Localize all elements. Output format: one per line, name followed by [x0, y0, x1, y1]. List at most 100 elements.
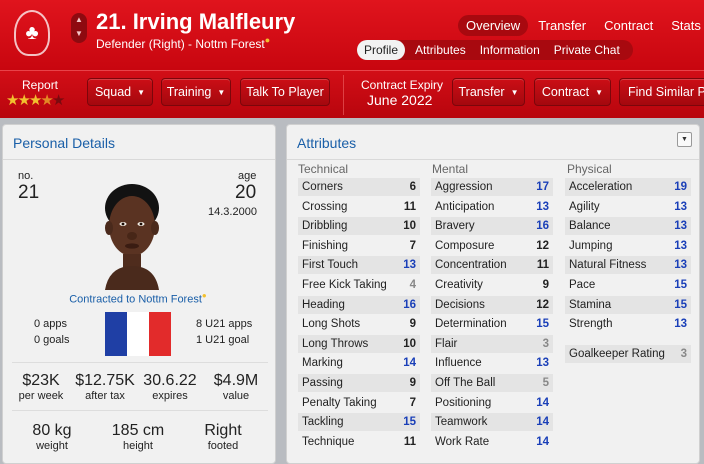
attribute-value: 5: [542, 377, 549, 389]
find-similar-button[interactable]: Find Similar P: [619, 78, 704, 106]
attribute-row-bravery[interactable]: Bravery 16: [431, 217, 553, 236]
player-face-icon: [105, 184, 159, 290]
star-dot-icon: ●: [201, 291, 207, 300]
transfer-button[interactable]: Transfer ▼: [452, 78, 525, 106]
subtab-information[interactable]: Information: [473, 40, 547, 60]
star-icon: ★: [6, 92, 20, 109]
attribute-row-teamwork[interactable]: Teamwork 14: [431, 413, 553, 432]
u21-apps-count: 8 U21 apps: [196, 318, 253, 330]
divider: [343, 75, 344, 115]
attribute-name: Work Rate: [435, 435, 490, 448]
attribute-row-passing[interactable]: Passing 9: [298, 374, 420, 392]
contract-button[interactable]: Contract ▼: [534, 78, 611, 106]
chevron-down-icon[interactable]: ▼: [677, 132, 692, 147]
club-crest-icon[interactable]: ♣: [14, 10, 50, 56]
attribute-row-influence[interactable]: Influence 13: [431, 354, 553, 373]
attribute-row-determination[interactable]: Determination 15: [431, 315, 553, 334]
attribute-row-long-throws[interactable]: Long Throws 10: [298, 334, 420, 353]
attribute-row-jumping[interactable]: Jumping 13: [565, 236, 691, 255]
shirt-number: 21: [18, 182, 40, 203]
attribute-row-acceleration[interactable]: Acceleration 19: [565, 178, 691, 196]
attribute-name: Influence: [435, 357, 482, 370]
squad-button[interactable]: Squad ▼: [87, 78, 153, 106]
attribute-row-technique[interactable]: Technique 11: [298, 432, 420, 451]
attribute-name: Positioning: [435, 396, 492, 409]
contracted-to-link[interactable]: Contracted to Nottm Forest●: [0, 291, 276, 306]
attribute-value: 13: [674, 318, 687, 331]
attribute-name: Crossing: [302, 200, 348, 213]
training-button[interactable]: Training ▼: [161, 78, 231, 106]
attribute-value: 11: [536, 259, 549, 272]
attribute-row-tackling[interactable]: Tackling 15: [298, 413, 420, 432]
attribute-row-penalty-taking[interactable]: Penalty Taking 7: [298, 393, 420, 412]
attribute-name: Anticipation: [435, 200, 495, 213]
attribute-row-pace[interactable]: Pace 15: [565, 276, 691, 294]
attribute-row-decisions[interactable]: Decisions 12: [431, 295, 553, 314]
chevron-down-icon[interactable]: ▼: [71, 27, 87, 41]
attribute-row-first-touch[interactable]: First Touch 13: [298, 256, 420, 275]
attribute-row-free-kick-taking[interactable]: Free Kick Taking 4: [298, 276, 420, 294]
attribute-row-corners[interactable]: Corners 6: [298, 178, 420, 196]
subtab-profile[interactable]: Profile: [357, 40, 406, 60]
age-value: 20: [235, 182, 257, 203]
attribute-row-strength[interactable]: Strength 13: [565, 315, 691, 334]
attribute-value: 17: [536, 181, 549, 193]
number-label: no.: [18, 170, 34, 182]
attribute-value: 10: [403, 337, 416, 350]
attribute-name: Aggression: [435, 181, 493, 193]
tab-stats[interactable]: Stats: [663, 15, 704, 36]
attribute-row-composure[interactable]: Composure 12: [431, 236, 553, 255]
attribute-row-agility[interactable]: Agility 13: [565, 197, 691, 216]
player-header: ♣ ▲ ▼ 21. Irving Malfleury Defender (Rig…: [0, 0, 704, 70]
attribute-name: Acceleration: [569, 181, 633, 193]
attribute-row-goalkeeper-rating[interactable]: Goalkeeper Rating 3: [565, 344, 691, 363]
action-bar: Report ★★★★★ Squad ▼ Training ▼ Talk To Pl…: [0, 70, 704, 118]
tab-transfer[interactable]: Transfer: [530, 15, 594, 36]
tab-overview[interactable]: Overview: [458, 15, 529, 36]
attribute-name: Composure: [435, 239, 495, 252]
attribute-row-concentration[interactable]: Concentration 11: [431, 256, 553, 275]
attribute-row-natural-fitness[interactable]: Natural Fitness 13: [565, 256, 691, 275]
player-stepper[interactable]: ▲ ▼: [71, 13, 87, 43]
attribute-row-creativity[interactable]: Creativity 9: [431, 276, 553, 294]
attribute-row-aggression[interactable]: Aggression 17: [431, 178, 553, 196]
attribute-row-flair[interactable]: Flair 3: [431, 334, 553, 353]
attribute-row-heading[interactable]: Heading 16: [298, 295, 420, 314]
attribute-value: 16: [536, 220, 549, 233]
attribute-value: 14: [536, 416, 549, 429]
attribute-value: 11: [403, 200, 416, 213]
attribute-row-long-shots[interactable]: Long Shots 9: [298, 315, 420, 334]
tab-contract[interactable]: Contract: [596, 15, 661, 36]
talk-to-player-button[interactable]: Talk To Player: [240, 78, 330, 106]
attribute-row-work-rate[interactable]: Work Rate 14: [431, 432, 553, 451]
attribute-row-marking[interactable]: Marking 14: [298, 354, 420, 373]
report-label: Report: [22, 78, 59, 92]
panel-title: Attributes: [297, 135, 357, 151]
attribute-row-dribbling[interactable]: Dribbling 10: [298, 217, 420, 236]
attribute-value: 13: [674, 259, 687, 272]
attribute-name: Flair: [435, 337, 458, 350]
report-star-rating[interactable]: ★★★★★: [6, 91, 65, 109]
attribute-value: 15: [674, 298, 687, 311]
attribute-row-crossing[interactable]: Crossing 11: [298, 197, 420, 216]
subtab-private-chat[interactable]: Private Chat: [547, 40, 627, 60]
foot-value: Right: [204, 422, 242, 439]
subtab-attributes[interactable]: Attributes: [408, 40, 473, 60]
attribute-name: Goalkeeper Rating: [569, 347, 665, 360]
attribute-name: Passing: [302, 377, 343, 389]
attribute-row-off-the-ball[interactable]: Off The Ball 5: [431, 374, 553, 392]
attribute-name: Decisions: [435, 298, 485, 311]
attribute-row-finishing[interactable]: Finishing 7: [298, 236, 420, 255]
attribute-row-positioning[interactable]: Positioning 14: [431, 393, 553, 412]
attribute-value: 19: [674, 181, 687, 193]
attribute-row-stamina[interactable]: Stamina 15: [565, 295, 691, 314]
wage-value: $23K: [22, 372, 60, 389]
physical-header: Physical: [567, 162, 612, 176]
attribute-row-balance[interactable]: Balance 13: [565, 217, 691, 236]
divider: [12, 362, 268, 363]
chevron-up-icon[interactable]: ▲: [71, 13, 87, 27]
attribute-row-anticipation[interactable]: Anticipation 13: [431, 197, 553, 216]
attribute-value: 12: [536, 298, 549, 311]
foot-label: footed: [207, 440, 239, 452]
panel-title: Personal Details: [13, 135, 115, 151]
